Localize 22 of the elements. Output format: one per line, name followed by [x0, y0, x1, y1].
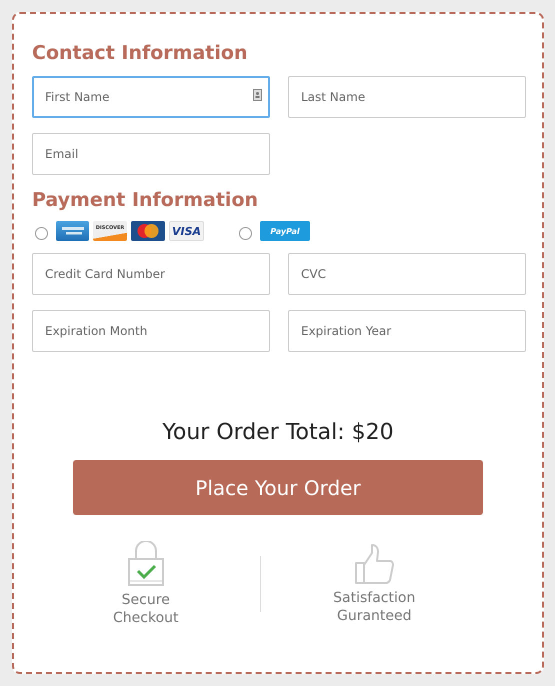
visa-logo: VISA: [169, 221, 204, 241]
thumbs-up-icon: [353, 543, 396, 585]
input-field[interactable]: First Name: [32, 76, 270, 118]
input-field[interactable]: Credit Card Number: [32, 253, 270, 295]
input-field[interactable]: Expiration Year: [288, 310, 526, 352]
order-total: Your Order Total: $20: [161, 419, 395, 447]
feature-label: Secure Checkout: [112, 591, 180, 627]
input-field[interactable]: Expiration Month: [32, 310, 270, 352]
place-order-button[interactable]: Place Your Order: [73, 460, 483, 515]
paypal-logo: PayPal: [260, 221, 310, 241]
card-logo-icon: [56, 221, 89, 241]
radio-button[interactable]: [239, 227, 252, 240]
padlock-check-icon: [126, 541, 165, 587]
radio-button[interactable]: [35, 227, 48, 240]
two-circles-icon: [131, 221, 165, 241]
contact-card-icon[interactable]: [253, 89, 262, 101]
feature-label: Satisfaction Guranteed: [332, 589, 416, 625]
input-field[interactable]: Email: [32, 133, 270, 175]
section-heading: Contact Information: [32, 41, 248, 65]
input-field[interactable]: CVC: [288, 253, 526, 295]
input-field[interactable]: Last Name: [288, 76, 526, 118]
section-heading: Payment Information: [32, 188, 260, 212]
